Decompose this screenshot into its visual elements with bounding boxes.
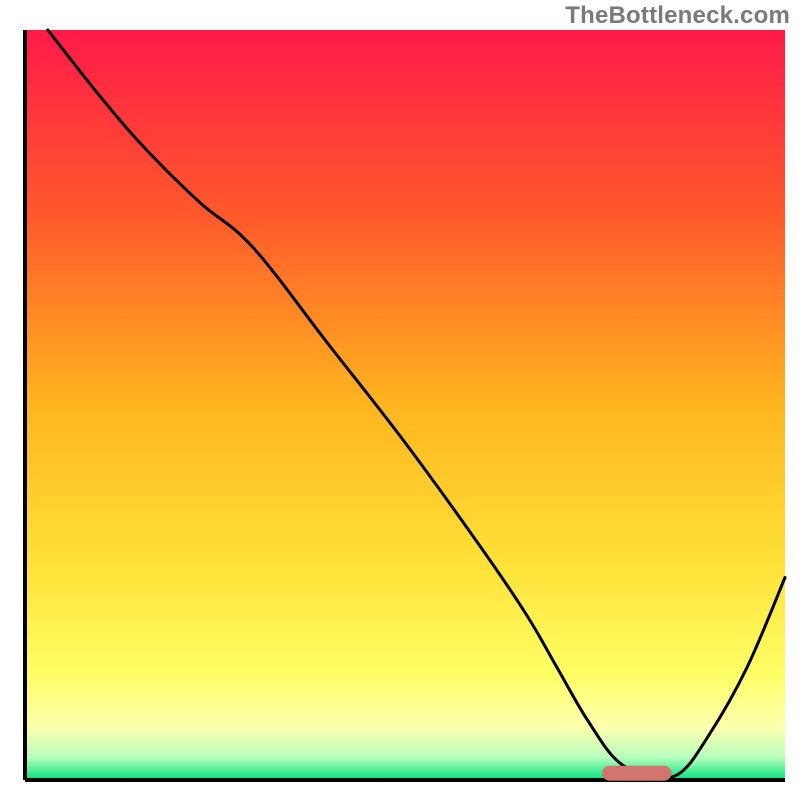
- bottleneck-curve-chart: [0, 0, 800, 800]
- chart-container: { "watermark": "TheBottleneck.com", "col…: [0, 0, 800, 800]
- optimal-zone-marker: [603, 766, 671, 780]
